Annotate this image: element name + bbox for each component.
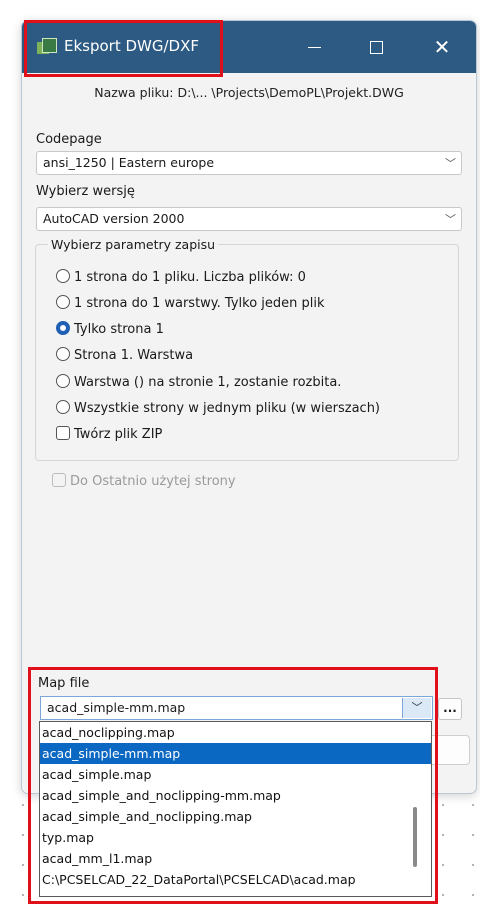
radio-button[interactable]	[56, 295, 70, 309]
radio-button[interactable]	[56, 347, 70, 361]
map-file-dropdown-list[interactable]: acad_noclipping.map acad_simple-mm.map a…	[39, 721, 432, 897]
map-file-value: acad_simple-mm.map	[47, 700, 186, 715]
radio-button-selected[interactable]	[56, 321, 70, 335]
app-icon	[37, 38, 57, 56]
list-item[interactable]: C:\PCSELCAD_22_DataPortal\PCSELCAD\acad.…	[40, 869, 431, 890]
list-item[interactable]: acad_simple_and_noclipping-mm.map	[40, 785, 431, 806]
map-file-select[interactable]: acad_simple-mm.map	[40, 696, 433, 720]
maximize-icon	[369, 41, 383, 54]
option-label: Tylko strona 1	[74, 322, 164, 337]
maximize-button[interactable]	[356, 29, 396, 65]
list-item[interactable]: typ.map	[40, 827, 431, 848]
option-label: Warstwa () na stronie 1, zostanie rozbit…	[74, 375, 342, 390]
dropdown-scrollbar-thumb[interactable]	[413, 807, 417, 867]
version-value: AutoCAD version 2000	[43, 211, 185, 226]
codepage-label: Codepage	[36, 132, 102, 147]
chevron-down-icon: ﹀	[445, 157, 456, 170]
map-file-label: Map file	[38, 676, 90, 691]
list-item[interactable]: acad_simple.map	[40, 764, 431, 785]
codepage-value: ansi_1250 | Eastern europe	[43, 155, 215, 170]
option-one-page-per-layer[interactable]: 1 strona do 1 warstwy. Tylko jeden plik	[56, 295, 325, 315]
last-page-checkbox	[52, 473, 66, 487]
list-item[interactable]: acad_noclipping.map	[40, 722, 431, 743]
option-label: Strona 1. Warstwa	[74, 348, 194, 363]
option-layer-split[interactable]: Warstwa () na stronie 1, zostanie rozbit…	[56, 374, 341, 394]
last-page-checkbox-row: Do Ostatnio użytej strony	[52, 473, 236, 493]
option-label: 1 strona do 1 warstwy. Tylko jeden plik	[74, 296, 325, 311]
last-page-checkbox-label: Do Ostatnio użytej strony	[70, 474, 236, 489]
option-page-1-layer[interactable]: Strona 1. Warstwa	[56, 347, 193, 367]
chevron-down-icon: ﹀	[445, 213, 456, 226]
minimize-button[interactable]	[294, 29, 334, 65]
list-item[interactable]: acad_mm_l1.map	[40, 848, 431, 869]
list-item[interactable]: acad_simple_and_noclipping.map	[40, 806, 431, 827]
export-dialog: Eksport DWG/DXF ✕ Nazwa pliku: D:\... \P…	[21, 20, 477, 794]
title-bar[interactable]: Eksport DWG/DXF ✕	[22, 21, 476, 73]
option-label: 1 strona do 1 pliku. Liczba plików: 0	[74, 270, 306, 285]
zip-checkbox-row[interactable]: Twórz plik ZIP	[56, 426, 162, 446]
version-select[interactable]: AutoCAD version 2000 ﹀	[36, 207, 462, 231]
radio-button[interactable]	[56, 400, 70, 414]
option-label: Wszystkie strony w jednym pliku (w wiers…	[74, 401, 381, 416]
filename-label: Nazwa pliku: D:\... \Projects\DemoPL\Pro…	[94, 85, 404, 100]
map-file-dropdown-button[interactable]: ﹀	[402, 698, 431, 718]
list-item-selected[interactable]: acad_simple-mm.map	[40, 743, 431, 764]
zip-checkbox[interactable]	[56, 426, 70, 440]
option-one-page-per-file[interactable]: 1 strona do 1 pliku. Liczba plików: 0	[56, 269, 306, 289]
browse-map-file-button[interactable]: ...	[438, 698, 462, 720]
close-button[interactable]: ✕	[422, 29, 462, 65]
window-title: Eksport DWG/DXF	[64, 37, 200, 55]
minimize-icon	[307, 47, 321, 48]
version-label: Wybierz wersję	[36, 184, 135, 199]
close-icon: ✕	[433, 35, 451, 59]
radio-button[interactable]	[56, 269, 70, 283]
option-all-pages-one-file[interactable]: Wszystkie strony w jednym pliku (w wiers…	[56, 400, 380, 420]
zip-checkbox-label: Twórz plik ZIP	[74, 427, 163, 442]
option-only-page-1[interactable]: Tylko strona 1	[56, 321, 164, 341]
save-params-title: Wybierz parametry zapisu	[48, 237, 219, 252]
radio-button[interactable]	[56, 374, 70, 388]
chevron-down-icon: ﹀	[411, 701, 423, 714]
codepage-select[interactable]: ansi_1250 | Eastern europe ﹀	[36, 151, 462, 175]
